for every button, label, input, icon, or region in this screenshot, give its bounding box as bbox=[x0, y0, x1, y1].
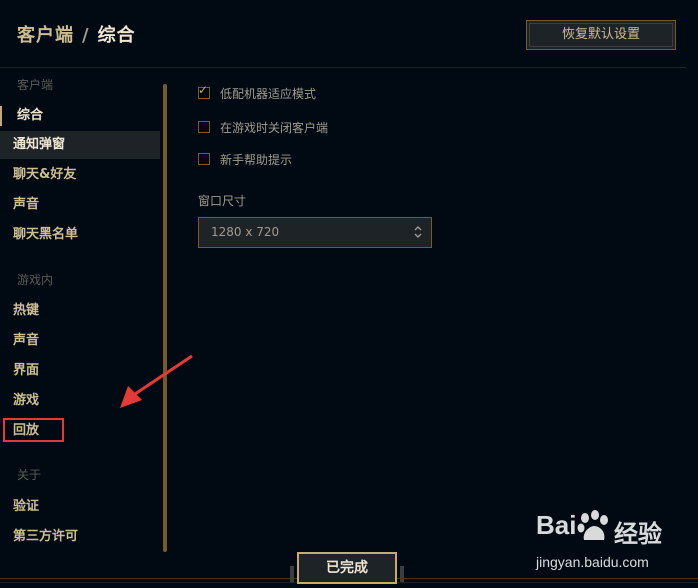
done-button[interactable]: 已完成 bbox=[297, 552, 397, 584]
sidebar-item-third-party-licenses[interactable]: 第三方许可 bbox=[0, 523, 160, 551]
breadcrumb: 客户端 / 综合 bbox=[17, 21, 136, 47]
watermark-jingyan: 经验 bbox=[614, 520, 662, 548]
window-size-value: 1280 x 720 bbox=[211, 225, 280, 239]
checkmark-icon[interactable] bbox=[198, 83, 210, 99]
sidebar-item-chat-friends[interactable]: 聊天&好友 bbox=[0, 161, 160, 189]
settings-sidebar: 客户端 综合 通知弹窗 聊天&好友 声音 聊天黑名单 游戏内 热键 声音 界面 … bbox=[0, 68, 160, 558]
dropdown-updown-icon bbox=[414, 226, 422, 238]
sidebar-item-sound-client[interactable]: 声音 bbox=[0, 191, 160, 219]
window-size-dropdown[interactable]: 1280 x 720 bbox=[198, 217, 432, 248]
section-label-client: 客户端 bbox=[17, 78, 54, 92]
sidebar-item-chat-blocklist[interactable]: 聊天黑名单 bbox=[0, 221, 160, 249]
settings-window: 客户端 / 综合 恢复默认设置 客户端 综合 通知弹窗 聊天&好友 声音 聊天黑名单… bbox=[0, 0, 698, 588]
sidebar-item-notifications[interactable]: 通知弹窗 bbox=[0, 131, 160, 159]
baidu-paw-icon bbox=[577, 510, 608, 540]
option-low-spec-mode[interactable]: 低配机器适应模式 bbox=[198, 83, 316, 103]
sidebar-item-sound-ingame[interactable]: 声音 bbox=[0, 327, 160, 355]
page-title: 综合 bbox=[97, 25, 136, 46]
section-label-ingame: 游戏内 bbox=[17, 273, 54, 287]
sidebar-item-general[interactable]: 综合 bbox=[0, 102, 160, 130]
option-label: 在游戏时关闭客户端 bbox=[220, 120, 329, 135]
sidebar-item-verification[interactable]: 验证 bbox=[0, 493, 160, 521]
window-size-label: 窗口尺寸 bbox=[198, 194, 247, 208]
annotation-arrow-icon bbox=[120, 354, 193, 408]
sidebar-item-hotkeys[interactable]: 热键 bbox=[0, 297, 160, 325]
section-label-about: 关于 bbox=[17, 468, 42, 482]
annotation-highlight-box bbox=[3, 418, 64, 442]
done-button-ornament-left bbox=[290, 566, 294, 582]
restore-defaults-button[interactable]: 恢复默认设置 bbox=[526, 20, 676, 50]
option-close-client-ingame[interactable]: 在游戏时关闭客户端 bbox=[198, 117, 328, 137]
baidu-watermark: Bai 经验 jingyan.baidu.com bbox=[536, 510, 666, 574]
settings-header: 客户端 / 综合 恢复默认设置 bbox=[0, 0, 698, 68]
breadcrumb-parent: 客户端 bbox=[17, 25, 74, 46]
option-label: 低配机器适应模式 bbox=[220, 86, 317, 101]
option-label: 新手帮助提示 bbox=[220, 152, 293, 167]
option-newbie-tips[interactable]: 新手帮助提示 bbox=[198, 149, 292, 169]
done-button-ornament-right bbox=[400, 566, 404, 582]
checkbox-unchecked[interactable] bbox=[198, 153, 210, 165]
checkbox-unchecked[interactable] bbox=[198, 121, 210, 133]
sidebar-scrollbar[interactable] bbox=[163, 84, 167, 552]
watermark-logo: Bai bbox=[536, 510, 577, 540]
breadcrumb-separator: / bbox=[82, 25, 90, 46]
watermark-url: jingyan.baidu.com bbox=[536, 554, 649, 570]
